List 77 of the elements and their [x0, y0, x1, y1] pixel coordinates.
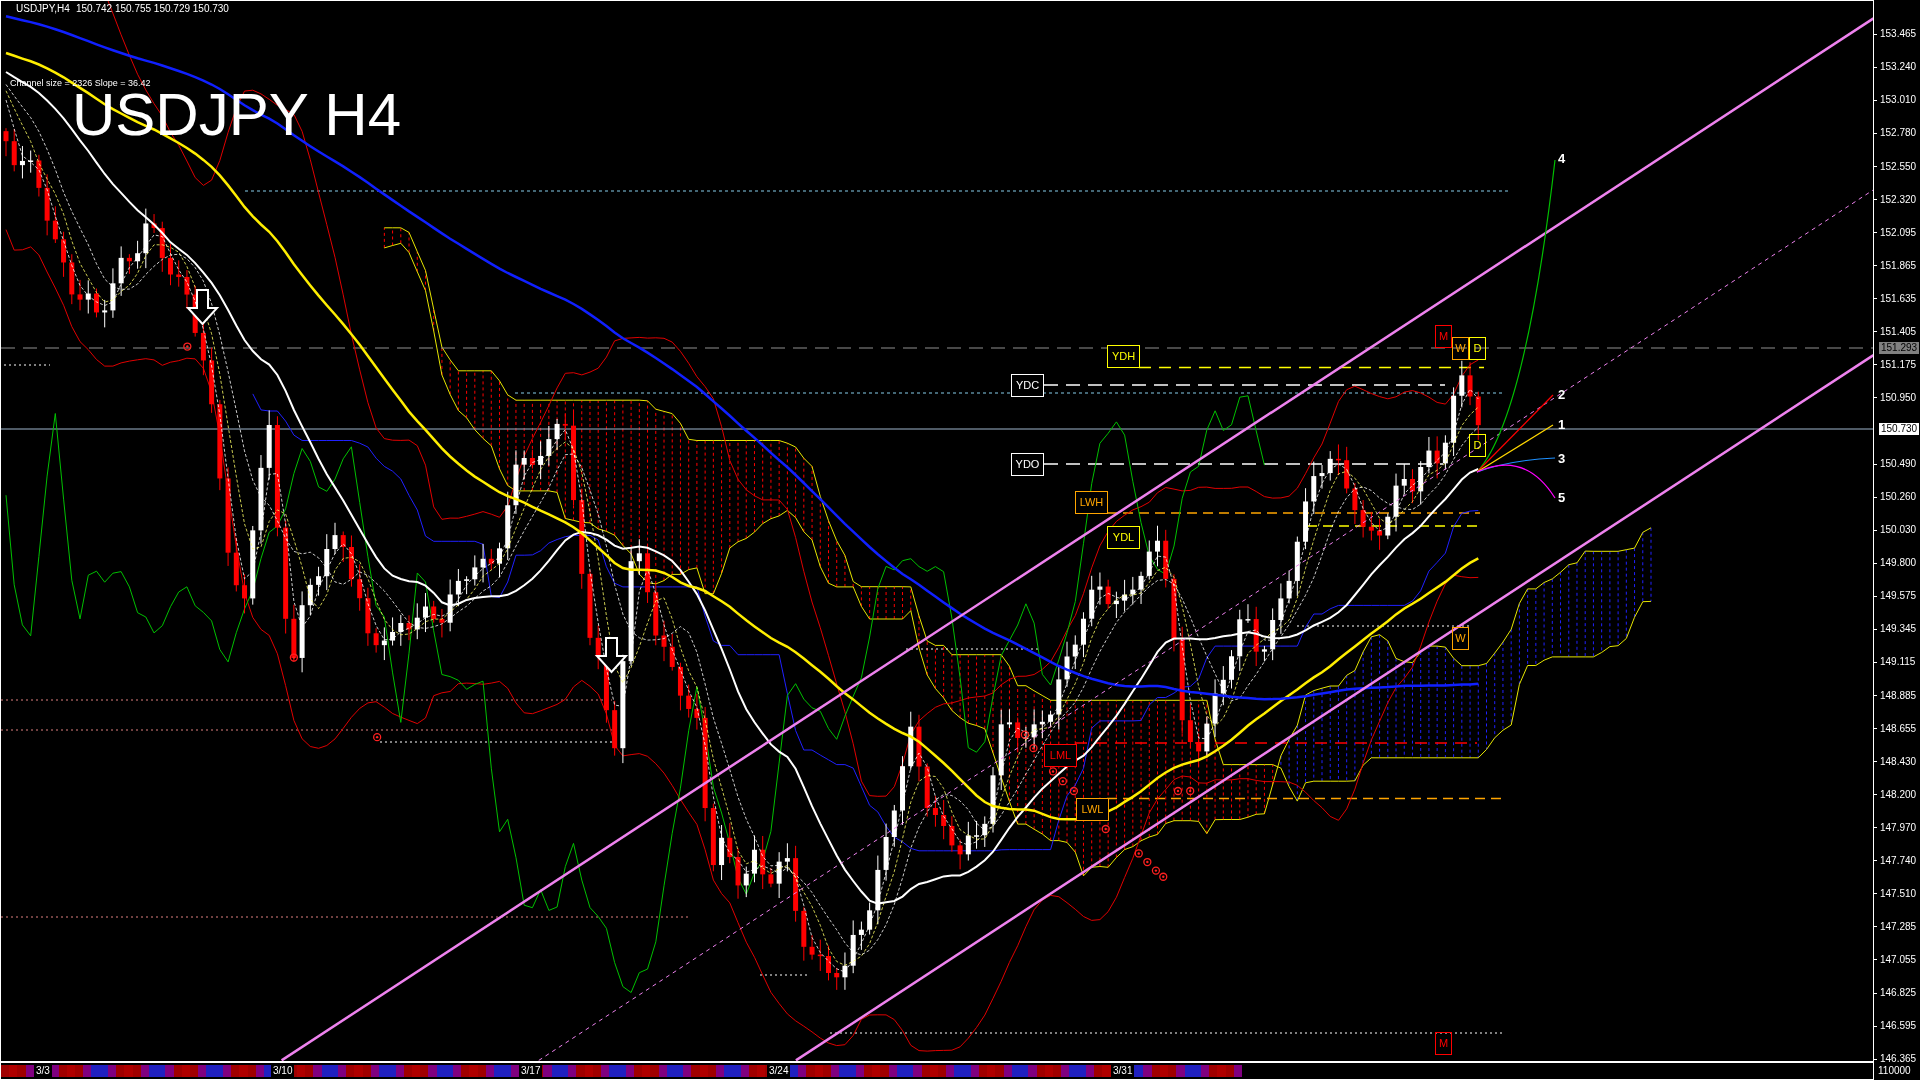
level-label: YDL — [1107, 526, 1140, 549]
circle-marker-icon — [1069, 786, 1079, 796]
level-label: YDO — [1011, 453, 1044, 476]
level-label: YDC — [1011, 374, 1044, 397]
symbol-label: USDJPY,H4 — [16, 3, 70, 15]
circle-marker-icon — [1020, 730, 1030, 739]
circle-marker-icon — [1173, 786, 1183, 796]
price-axis-label: 153.010 — [1874, 94, 1917, 107]
price-axis-label: 149.345 — [1874, 623, 1917, 636]
circle-marker-icon — [1143, 857, 1152, 867]
price-axis-label: 147.510 — [1874, 887, 1917, 900]
projection-label: 2 — [1558, 387, 1566, 402]
price-axis-label: 151.175 — [1874, 358, 1917, 371]
projection-label: 3 — [1558, 451, 1566, 466]
date-label: 3/31 — [1111, 1065, 1135, 1077]
circle-marker-icon — [1159, 872, 1168, 881]
price-axis-label: 151.635 — [1874, 292, 1917, 305]
price-axis-label: 147.055 — [1874, 953, 1917, 966]
circle-marker-icon — [1029, 744, 1038, 753]
date-label: 3/17 — [519, 1065, 543, 1077]
projection-label: 4 — [1558, 151, 1566, 166]
period-marker: W — [1452, 627, 1469, 650]
down-arrow-icon — [185, 289, 220, 326]
price-axis-label: 151.865 — [1874, 259, 1917, 272]
price-axis-label: 146.595 — [1874, 1020, 1917, 1033]
price-axis-label: 148.430 — [1874, 755, 1917, 768]
price-axis-label: 153.465 — [1874, 28, 1917, 41]
level-label: LML — [1044, 744, 1077, 767]
price-axis-label: 149.800 — [1874, 557, 1917, 570]
circle-marker-icon — [1048, 767, 1058, 776]
price-axis-label: 150.030 — [1874, 524, 1917, 537]
period-marker: D — [1469, 434, 1486, 457]
price-axis-label: 152.550 — [1874, 160, 1917, 173]
price-axis-label: 152.095 — [1874, 226, 1917, 239]
projection-label: 5 — [1558, 490, 1566, 505]
price-axis-label: 150.490 — [1874, 458, 1917, 471]
period-marker: M — [1435, 1032, 1452, 1055]
price-axis-label: 148.655 — [1874, 722, 1917, 735]
period-marker: M — [1435, 325, 1452, 348]
price-axis-label: 146.825 — [1874, 987, 1917, 1000]
circle-marker-icon — [1186, 786, 1195, 796]
price-axis-label: 150.950 — [1874, 391, 1917, 404]
price-axis-label: 151.405 — [1874, 325, 1917, 338]
circle-marker-icon — [183, 342, 192, 351]
date-label: 3/10 — [271, 1065, 295, 1077]
price-axis-label: 152.780 — [1874, 127, 1917, 140]
price-tag: 150.730 — [1879, 423, 1920, 435]
circle-marker-icon — [1151, 866, 1161, 875]
price-axis-label: 147.970 — [1874, 821, 1917, 834]
circle-marker-icon — [1101, 824, 1110, 834]
circle-marker-icon — [289, 653, 299, 662]
volume-scale-label: 110000 — [1878, 1065, 1911, 1077]
price-tag: 151.293 — [1879, 342, 1920, 354]
period-marker: D — [1469, 337, 1486, 360]
level-label: LWL — [1076, 798, 1109, 821]
price-axis-label: 146.365 — [1874, 1053, 1917, 1066]
period-marker: W — [1452, 337, 1469, 360]
circle-marker-icon — [1058, 777, 1067, 786]
down-arrow-icon — [594, 637, 629, 674]
dotted-level-line — [3, 364, 51, 366]
circle-marker-icon — [373, 733, 382, 742]
price-axis-label: 148.885 — [1874, 689, 1917, 702]
price-axis-label: 147.285 — [1874, 920, 1917, 933]
projection-label: 1 — [1558, 417, 1566, 432]
date-label: 3/24 — [767, 1065, 791, 1077]
circle-marker-icon — [1134, 849, 1143, 858]
price-axis-label: 149.575 — [1874, 590, 1917, 603]
level-label: LWH — [1075, 491, 1108, 514]
price-axis-label: 149.115 — [1874, 656, 1916, 669]
level-label: YDH — [1107, 345, 1140, 368]
price-axis-label: 148.200 — [1874, 788, 1917, 801]
date-label: 3/3 — [34, 1065, 52, 1077]
price-axis-label: 153.240 — [1874, 61, 1917, 74]
price-axis-label: 147.740 — [1874, 854, 1917, 867]
price-axis-label: 152.320 — [1874, 193, 1917, 206]
quote-values: 150.742 150.755 150.729 150.730 — [76, 3, 229, 15]
price-axis-label: 150.260 — [1874, 491, 1917, 504]
